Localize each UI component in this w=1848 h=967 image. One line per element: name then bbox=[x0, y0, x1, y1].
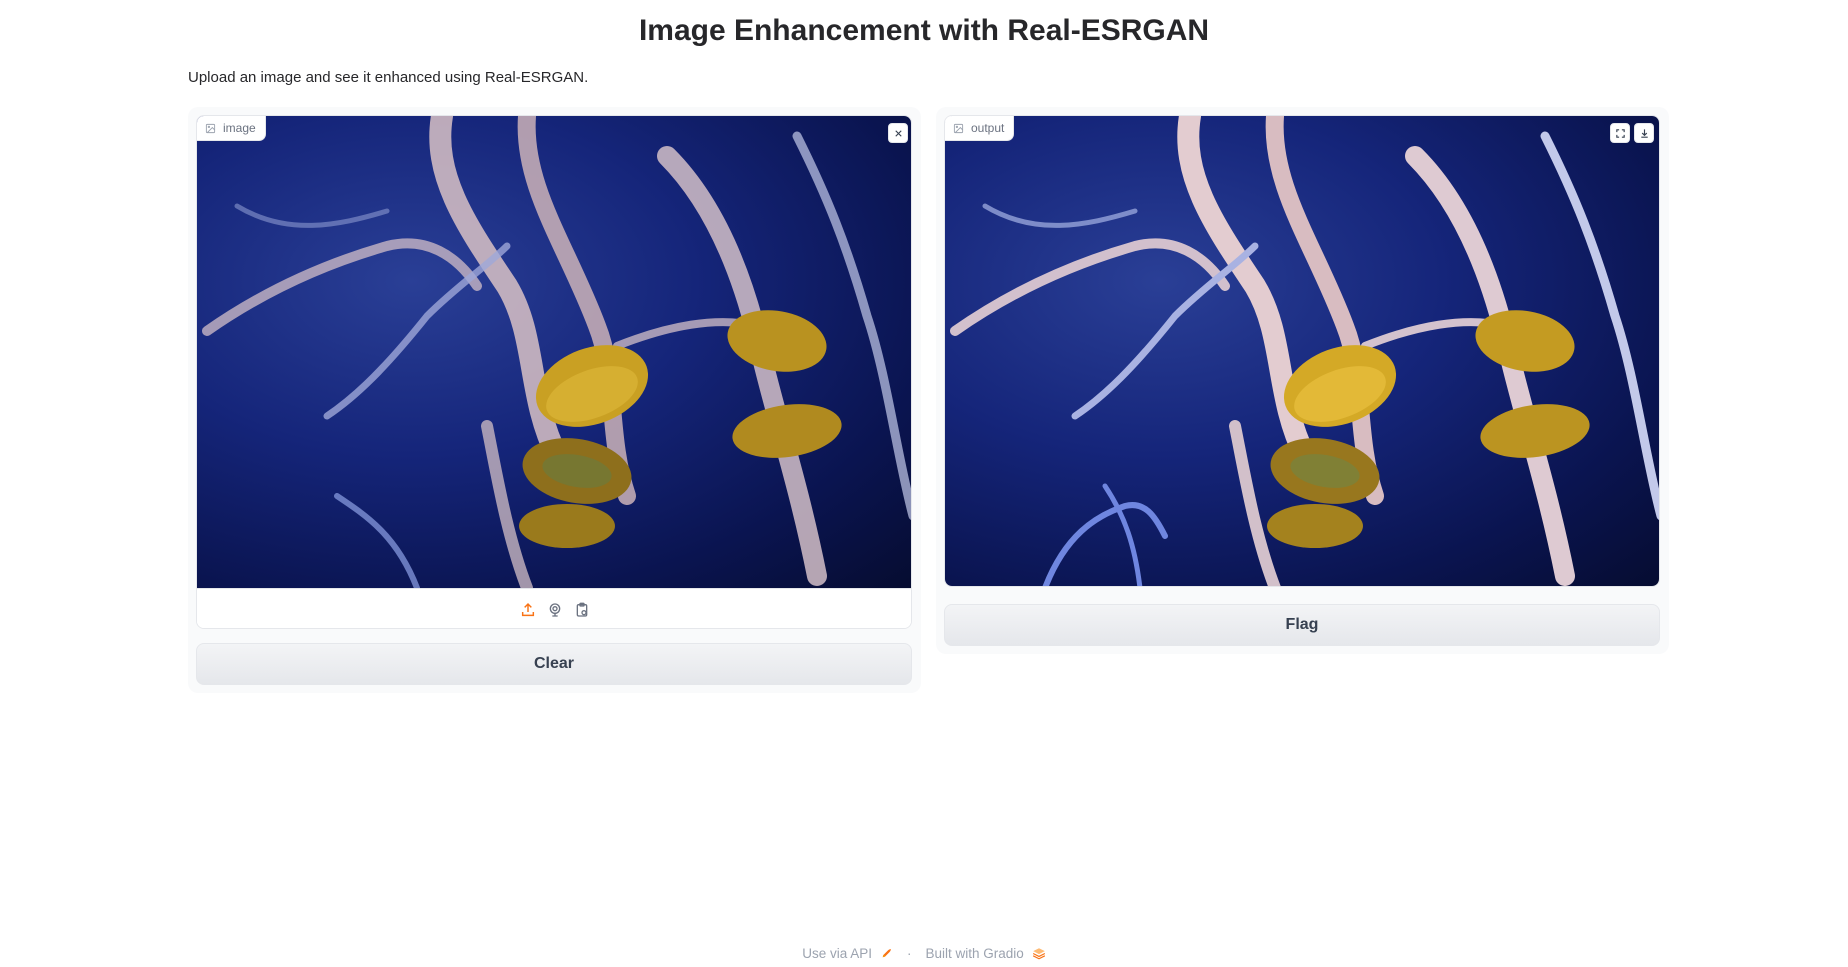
image-input-label: image bbox=[197, 116, 266, 141]
built-with-gradio-label: Built with Gradio bbox=[925, 946, 1024, 961]
built-with-gradio-link[interactable]: Built with Gradio bbox=[925, 946, 1045, 961]
upload-icon[interactable] bbox=[520, 601, 537, 618]
image-output-label: output bbox=[945, 116, 1015, 141]
image-input-label-text: image bbox=[223, 121, 256, 135]
webcam-icon[interactable] bbox=[547, 601, 564, 618]
use-via-api-link[interactable]: Use via API bbox=[802, 946, 893, 961]
close-icon bbox=[894, 129, 902, 137]
footer-separator: · bbox=[906, 946, 912, 961]
image-icon bbox=[953, 123, 964, 133]
image-output-label-text: output bbox=[971, 121, 1005, 135]
image-input-block[interactable]: image bbox=[196, 115, 912, 629]
gradio-logo-icon bbox=[1032, 948, 1045, 960]
jellyfish-image bbox=[202, 116, 911, 588]
rocket-icon bbox=[882, 949, 891, 958]
input-panel: image Clear bbox=[188, 107, 921, 693]
jellyfish-enhanced-image bbox=[950, 116, 1659, 586]
output-panel: output Flag bbox=[936, 107, 1669, 654]
footer: Use via API · Built with Gradio bbox=[0, 946, 1848, 961]
flag-button[interactable]: Flag bbox=[944, 604, 1660, 646]
use-via-api-label: Use via API bbox=[802, 946, 872, 961]
download-button[interactable] bbox=[1634, 123, 1654, 143]
image-output-block: output bbox=[944, 115, 1660, 587]
page-title: Image Enhancement with Real-ESRGAN bbox=[638, 14, 1210, 47]
clear-button[interactable]: Clear bbox=[196, 643, 912, 685]
page-description: Upload an image and see it enhanced usin… bbox=[188, 69, 589, 86]
image-icon bbox=[205, 123, 216, 133]
input-image bbox=[197, 116, 911, 588]
source-selector bbox=[197, 588, 911, 628]
fullscreen-button[interactable] bbox=[1610, 123, 1630, 143]
clear-image-button[interactable] bbox=[888, 123, 908, 143]
output-image bbox=[945, 116, 1659, 586]
download-icon bbox=[1640, 128, 1648, 138]
clipboard-icon[interactable] bbox=[574, 601, 591, 618]
fullscreen-icon bbox=[1615, 128, 1625, 138]
